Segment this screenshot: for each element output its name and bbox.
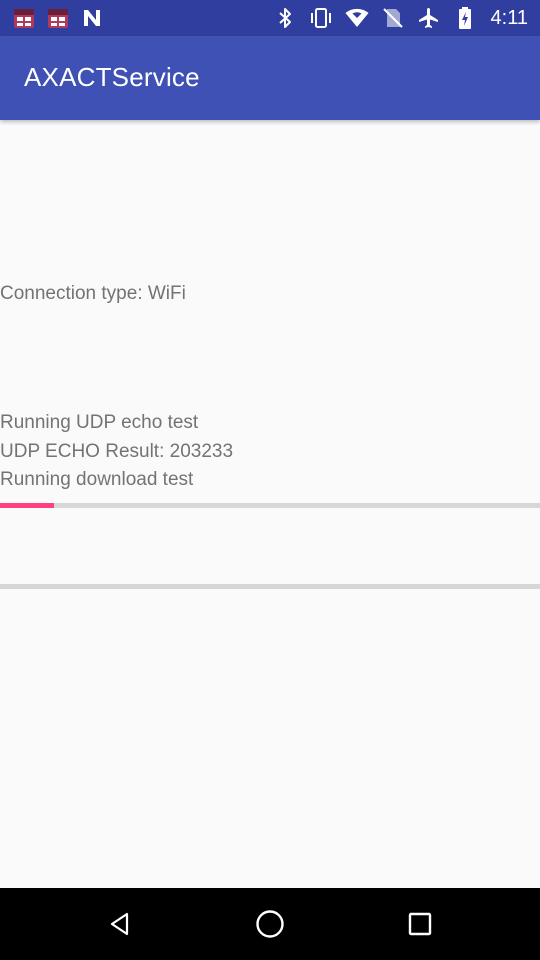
vibrate-icon [309, 6, 333, 30]
app-bar: AXACTService [0, 36, 540, 120]
back-icon [108, 912, 132, 936]
main-content: Connection type: WiFi Running UDP echo t… [0, 120, 540, 888]
back-button[interactable] [102, 906, 138, 942]
status-notifications [12, 6, 104, 30]
status-time: 4:11 [490, 7, 528, 29]
recents-button[interactable] [402, 906, 438, 942]
wifi-icon [345, 6, 369, 30]
status-system-icons: 4:11 [273, 6, 528, 30]
battery-icon [453, 6, 477, 30]
no-sim-icon [381, 6, 405, 30]
calendar-icon [12, 6, 36, 30]
divider [0, 584, 540, 589]
download-progress-fill [0, 503, 54, 508]
airplane-mode-icon [417, 6, 441, 30]
log-line-udp-echo: Running UDP echo test [0, 412, 199, 433]
home-icon [255, 909, 285, 939]
nav-bar [0, 888, 540, 960]
connection-type-text: Connection type: WiFi [0, 283, 186, 304]
download-progress-bar [0, 503, 540, 508]
status-bar: 4:11 [0, 0, 540, 36]
calendar-icon [46, 6, 70, 30]
recents-icon [408, 912, 432, 936]
bluetooth-icon [273, 6, 297, 30]
n-notification-icon [80, 6, 104, 30]
log-line-download: Running download test [0, 469, 194, 490]
log-line-udp-result: UDP ECHO Result: 203233 [0, 441, 234, 462]
home-button[interactable] [252, 906, 288, 942]
screen: 4:11 AXACTService Connection type: WiFi … [0, 0, 540, 960]
app-title: AXACTService [24, 62, 200, 92]
